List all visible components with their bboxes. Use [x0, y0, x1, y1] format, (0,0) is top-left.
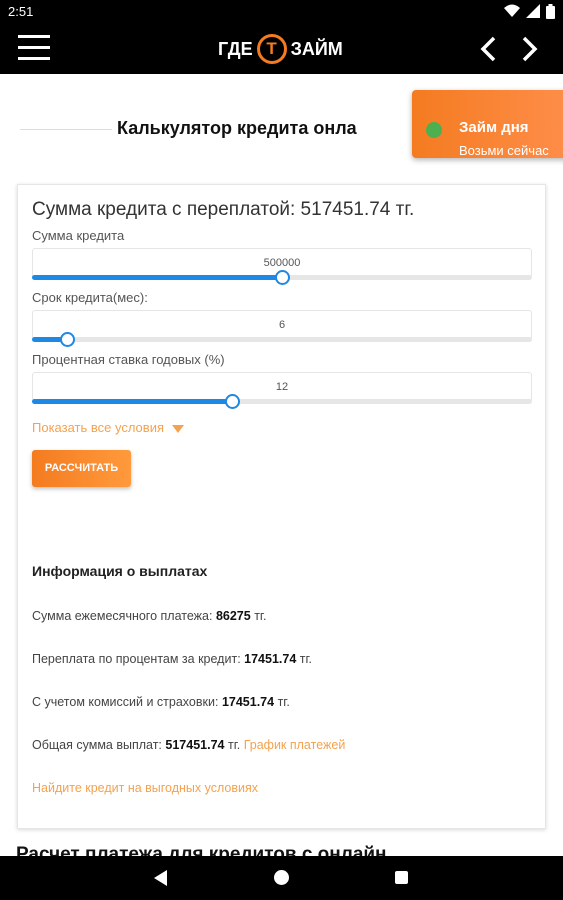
- calculate-button[interactable]: РАССЧИТАТЬ: [32, 450, 131, 487]
- interest-rate-label: Процентная ставка годовых (%): [32, 352, 225, 367]
- overpayment-line: Переплата по процентам за кредит: 17451.…: [32, 652, 312, 666]
- toast-title: Займ дня: [459, 119, 529, 136]
- find-credit-link[interactable]: Найдите кредит на выгодных условиях: [32, 781, 258, 795]
- logo-tenge-icon: Т: [256, 34, 287, 64]
- slider-fill: [32, 275, 282, 280]
- logo-text-mid: Т: [266, 39, 277, 58]
- total-payment-label: Общая сумма выплат:: [32, 738, 162, 752]
- nav-back-icon[interactable]: [154, 870, 167, 886]
- total-payment-line: Общая сумма выплат: 517451.74 тг. График…: [32, 738, 345, 752]
- dropdown-triangle-icon: [172, 424, 184, 433]
- loan-term-slider[interactable]: [32, 332, 532, 347]
- page-title: Калькулятор кредита онла: [117, 118, 357, 138]
- currency: тг.: [299, 652, 313, 666]
- loan-term-label: Срок кредита(мес):: [32, 290, 148, 305]
- status-icons: [504, 4, 555, 19]
- currency: тг.: [254, 609, 267, 623]
- loan-amount-label: Сумма кредита: [32, 228, 125, 243]
- toast-status-dot: [426, 122, 442, 138]
- calculator-card: Сумма кредита с переплатой: 517451.74 тг…: [17, 184, 546, 829]
- loan-amount-slider[interactable]: [32, 270, 532, 285]
- monthly-payment-value: 86275: [215, 609, 251, 623]
- overpayment-label: Переплата по процентам за кредит:: [32, 652, 241, 666]
- fees-label: С учетом комиссий и страховки:: [32, 695, 219, 709]
- status-time: 2:51: [8, 4, 34, 19]
- app-bar: ГДЕ Т ЗАЙМ: [0, 24, 563, 74]
- system-nav-bar: [0, 856, 563, 900]
- currency: тг.: [227, 738, 241, 752]
- slider-fill: [32, 399, 232, 404]
- title-divider: [20, 129, 112, 130]
- chevron-right-icon[interactable]: [516, 34, 542, 64]
- monthly-payment-label: Сумма ежемесячного платежа:: [32, 609, 213, 623]
- app-logo: ГДЕ Т ЗАЙМ: [218, 34, 343, 64]
- logo-text-left: ГДЕ: [218, 38, 253, 59]
- nav-recent-icon[interactable]: [395, 871, 408, 884]
- overpayment-value: 17451.74: [244, 652, 297, 666]
- menu-icon[interactable]: [18, 35, 50, 61]
- logo-text-right: ЗАЙМ: [290, 38, 343, 59]
- loan-of-day-toast[interactable]: Займ дня Возьми сейчас: [412, 90, 563, 158]
- fees-line: С учетом комиссий и страховки: 17451.74 …: [32, 695, 290, 709]
- signal-icon: [526, 4, 540, 18]
- fees-value: 17451.74: [221, 695, 275, 709]
- nav-home-icon[interactable]: [274, 870, 289, 885]
- slider-thumb[interactable]: [60, 332, 75, 347]
- total-payment-value: 517451.74: [165, 738, 225, 752]
- toast-subtitle: Возьми сейчас: [459, 143, 549, 158]
- chevron-left-icon[interactable]: [476, 34, 502, 64]
- status-bar: 2:51: [0, 0, 563, 24]
- show-all-conditions-link[interactable]: Показать все условия: [32, 420, 184, 435]
- page-content: Калькулятор кредита онла Сумма кредита с…: [0, 74, 563, 856]
- section-heading: Расчет платежа для кредитов с онлайн: [16, 844, 387, 856]
- currency: тг.: [277, 695, 290, 709]
- payment-schedule-link[interactable]: График платежей: [244, 738, 346, 752]
- wifi-icon: [504, 4, 520, 17]
- total-with-overpayment: Сумма кредита с переплатой: 517451.74 тг…: [32, 199, 415, 220]
- slider-thumb[interactable]: [225, 394, 240, 409]
- payments-info-title: Информация о выплатах: [32, 563, 208, 579]
- show-all-label: Показать все условия: [32, 420, 164, 435]
- battery-icon: [546, 4, 555, 19]
- monthly-payment-line: Сумма ежемесячного платежа: 86275 тг.: [32, 609, 266, 623]
- interest-rate-input[interactable]: 12: [32, 372, 532, 402]
- slider-thumb[interactable]: [275, 270, 290, 285]
- interest-rate-slider[interactable]: [32, 394, 532, 409]
- loan-term-input[interactable]: 6: [32, 310, 532, 340]
